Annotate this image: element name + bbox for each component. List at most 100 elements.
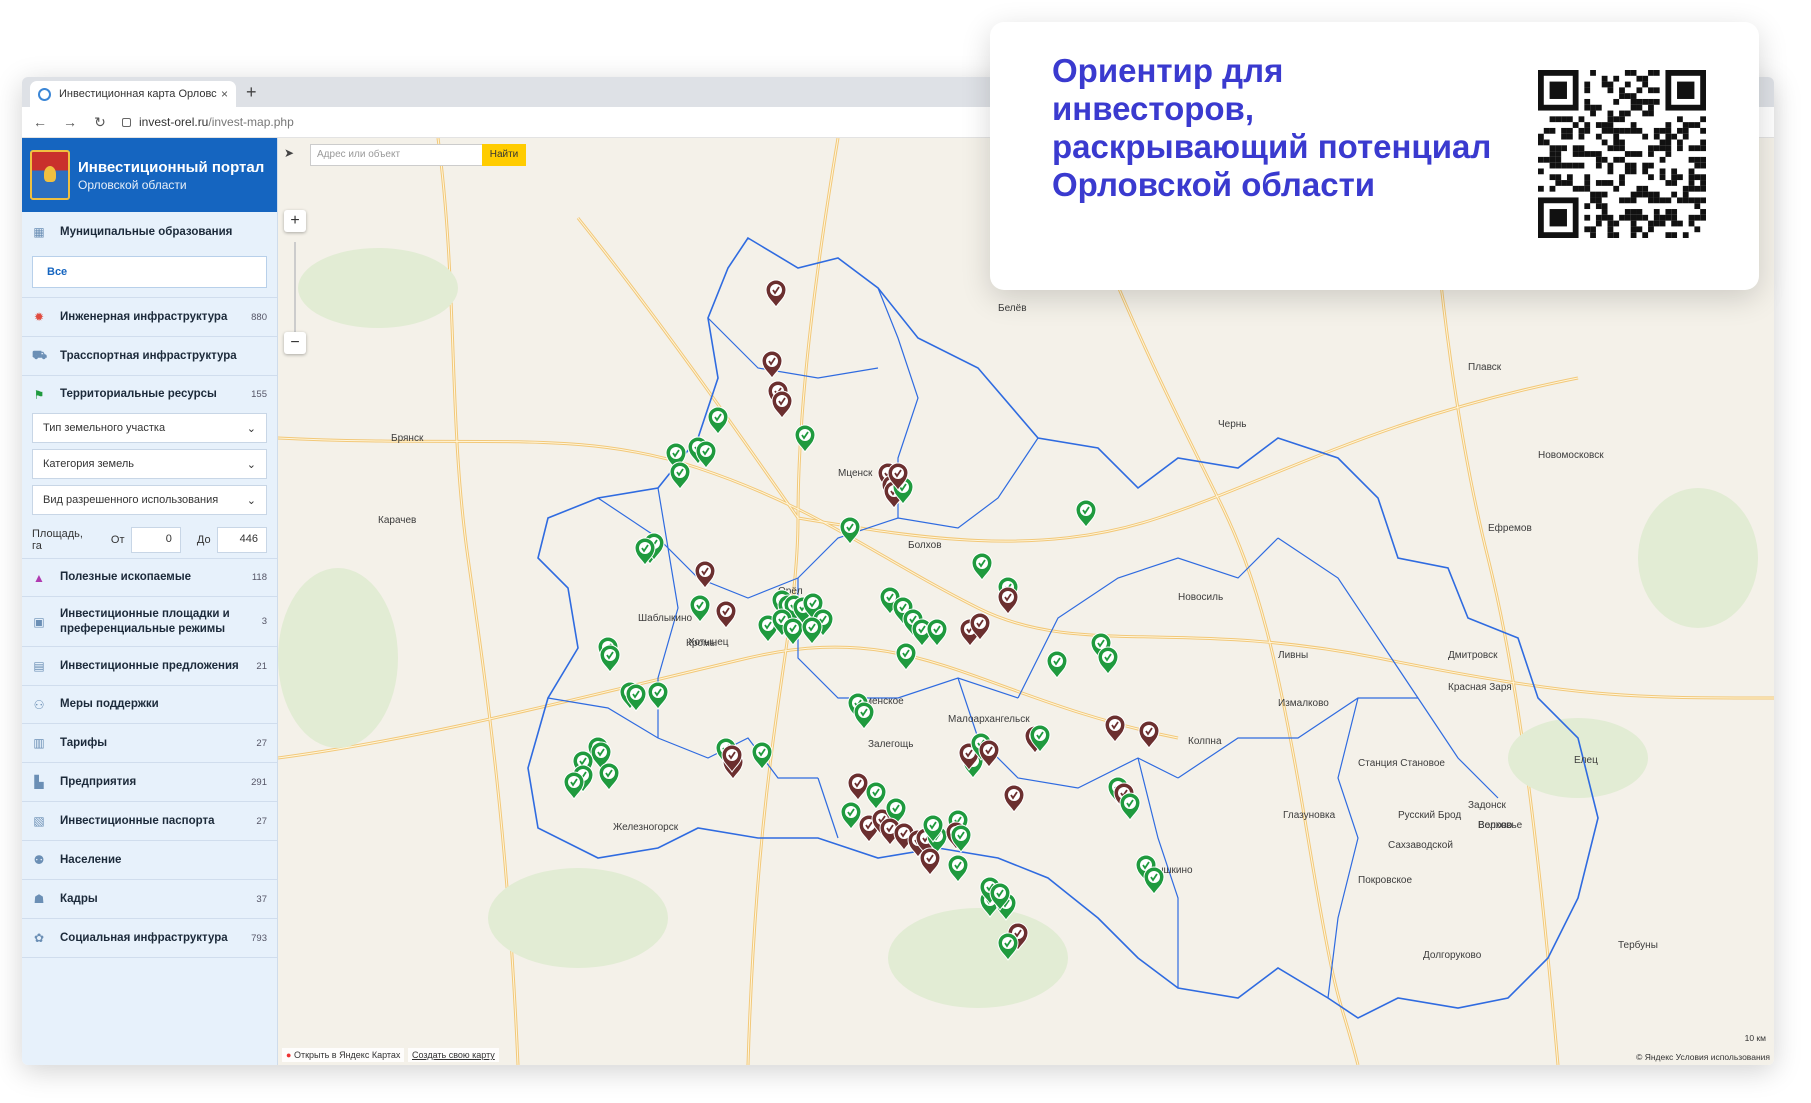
url-field[interactable]: invest-orel.ru/invest-map.php — [122, 115, 294, 129]
from-label: От — [110, 533, 125, 546]
sidebar-item-territorial[interactable]: ⚑ Территориальные ресурсы 155 — [22, 376, 277, 413]
geolocation-icon[interactable]: ➤ — [284, 146, 294, 160]
place-label: Мценск — [838, 468, 873, 479]
map-marker[interactable] — [689, 594, 711, 623]
map-marker[interactable] — [563, 771, 585, 800]
map-marker[interactable] — [1119, 792, 1141, 821]
sidebar-item-label: Предприятия — [60, 775, 137, 788]
place-label: Шаблыкино — [638, 612, 693, 624]
map-marker[interactable] — [1097, 646, 1119, 675]
map-marker[interactable] — [1143, 866, 1165, 895]
new-tab-button[interactable]: + — [246, 81, 257, 103]
map-marker[interactable] — [599, 644, 621, 673]
sidebar-item-proposals[interactable]: ▤ Инвестиционные предложения 21 — [22, 647, 277, 686]
map-marker[interactable] — [1046, 650, 1068, 679]
qr-code-icon — [1538, 70, 1706, 238]
map-copyright[interactable]: © Яндекс Условия использования — [1636, 1052, 1770, 1062]
map-marker[interactable] — [707, 406, 729, 435]
sidebar-item-label: Население — [60, 853, 122, 866]
place-label: Задонск — [1468, 800, 1507, 811]
select-label: Вид разрешенного использования — [43, 494, 219, 506]
map-marker[interactable] — [801, 616, 823, 645]
sidebar-item-label: Инвестиционные паспорта — [60, 814, 215, 827]
area-from-input[interactable]: 0 — [130, 526, 181, 553]
land-category-select[interactable]: Категория земель ⌄ — [32, 449, 267, 479]
map-marker[interactable] — [765, 279, 787, 308]
reload-icon[interactable]: ↻ — [88, 114, 112, 131]
sidebar-item-passports[interactable]: ▧ Инвестиционные паспорта 27 — [22, 802, 277, 841]
browser-tab[interactable]: Инвестиционная карта Орловс × — [30, 81, 236, 107]
sidebar-item-municipal[interactable]: ▦ Муниципальные образования — [22, 212, 277, 252]
area-to-input[interactable]: 446 — [216, 526, 268, 553]
portal-brand[interactable]: Инвестиционный портал Орловской области — [22, 138, 277, 212]
sidebar-item-tariffs[interactable]: ▥ Тарифы 27 — [22, 724, 277, 763]
land-type-select[interactable]: Тип земельного участка ⌄ — [32, 413, 267, 443]
place-label: Глазуновка — [1283, 810, 1336, 821]
zoom-out-button[interactable]: − — [284, 332, 306, 354]
place-label: Ефремов — [1488, 522, 1532, 534]
site-favicon-icon — [38, 87, 51, 101]
map-marker[interactable] — [950, 824, 972, 853]
sidebar-item-enterprises[interactable]: ▙ Предприятия 291 — [22, 763, 277, 802]
place-label: Плавск — [1468, 362, 1502, 373]
map-marker[interactable] — [865, 781, 887, 810]
map-marker[interactable] — [926, 618, 948, 647]
close-tab-icon[interactable]: × — [221, 87, 228, 101]
map-marker[interactable] — [669, 461, 691, 490]
sidebar-item-staff[interactable]: ☗ Кадры 37 — [22, 880, 277, 919]
sidebar-item-count: 291 — [251, 776, 267, 788]
sidebar-item-population[interactable]: ⚉ Население — [22, 841, 277, 880]
map-marker[interactable] — [997, 586, 1019, 615]
map-marker[interactable] — [1003, 784, 1025, 813]
map-marker[interactable] — [919, 847, 941, 876]
map-marker[interactable] — [1075, 499, 1097, 528]
sidebar-item-label: Инвестиционные предложения — [60, 659, 239, 672]
buildings-icon: ▦ — [33, 225, 45, 239]
sidebar-item-label: Территориальные ресурсы — [60, 388, 217, 400]
promo-text: Ориентир для инвесторов, раскрывающий по… — [1052, 52, 1492, 203]
sidebar-item-support[interactable]: ⚇ Меры поддержки — [22, 686, 277, 724]
map-marker[interactable] — [971, 552, 993, 581]
map-search-button[interactable]: Найти — [482, 144, 526, 166]
map-marker[interactable] — [1104, 714, 1126, 743]
place-label: Болхов — [908, 540, 942, 551]
back-arrow-icon[interactable]: ← — [28, 114, 52, 130]
pin-icon: ● — [286, 1050, 292, 1060]
permitted-use-select[interactable]: Вид разрешенного использования ⌄ — [32, 485, 267, 515]
create-map-link[interactable]: Создать свою карту — [408, 1048, 499, 1062]
place-label: Чернь — [1218, 419, 1247, 430]
sidebar-item-transport[interactable]: ⛟ Трасспортная инфраструктура — [22, 337, 277, 376]
place-label: Красная Заря — [1448, 682, 1512, 693]
map-marker[interactable] — [647, 681, 669, 710]
sidebar-item-count: 21 — [256, 660, 267, 672]
map-marker[interactable] — [715, 600, 737, 629]
place-label: Долгоруково — [1423, 950, 1482, 961]
forward-arrow-icon[interactable]: → — [58, 114, 82, 130]
place-label: Колпна — [1188, 736, 1222, 747]
map-marker[interactable] — [840, 801, 862, 830]
municipal-all-select[interactable]: Все — [32, 256, 267, 288]
map-marker[interactable] — [947, 854, 969, 883]
sidebar-item-count: 27 — [256, 737, 267, 749]
map-marker[interactable] — [598, 762, 620, 791]
url-host: invest-orel.ru — [139, 115, 209, 129]
sidebar-item-social[interactable]: ✿ Социальная инфраструктура 793 — [22, 919, 277, 958]
sidebar-item-sites[interactable]: ▣ Инвестиционные площадки и преференциал… — [22, 597, 277, 647]
map-marker[interactable] — [853, 701, 875, 730]
zoom-in-button[interactable]: + — [284, 210, 306, 232]
map-marker[interactable] — [695, 440, 717, 469]
region-emblem-icon — [30, 150, 70, 200]
map-marker[interactable] — [1138, 720, 1160, 749]
sidebar: Инвестиционный портал Орловской области … — [22, 138, 278, 1065]
site-icon: ▣ — [33, 614, 45, 629]
map-marker[interactable] — [794, 424, 816, 453]
map-marker[interactable] — [771, 390, 793, 419]
map-marker[interactable] — [847, 772, 869, 801]
map-marker[interactable] — [761, 350, 783, 379]
place-label: Брянск — [391, 433, 424, 444]
sidebar-item-minerals[interactable]: ▲ Полезные ископаемые 118 — [22, 559, 277, 597]
place-label: Новомосковск — [1538, 450, 1604, 461]
sidebar-item-engineering[interactable]: ✹ Инженерная инфраструктура 880 — [22, 298, 277, 337]
map-marker[interactable] — [895, 642, 917, 671]
open-in-yandex-link[interactable]: ● Открыть в Яндекс Картах — [282, 1048, 405, 1062]
